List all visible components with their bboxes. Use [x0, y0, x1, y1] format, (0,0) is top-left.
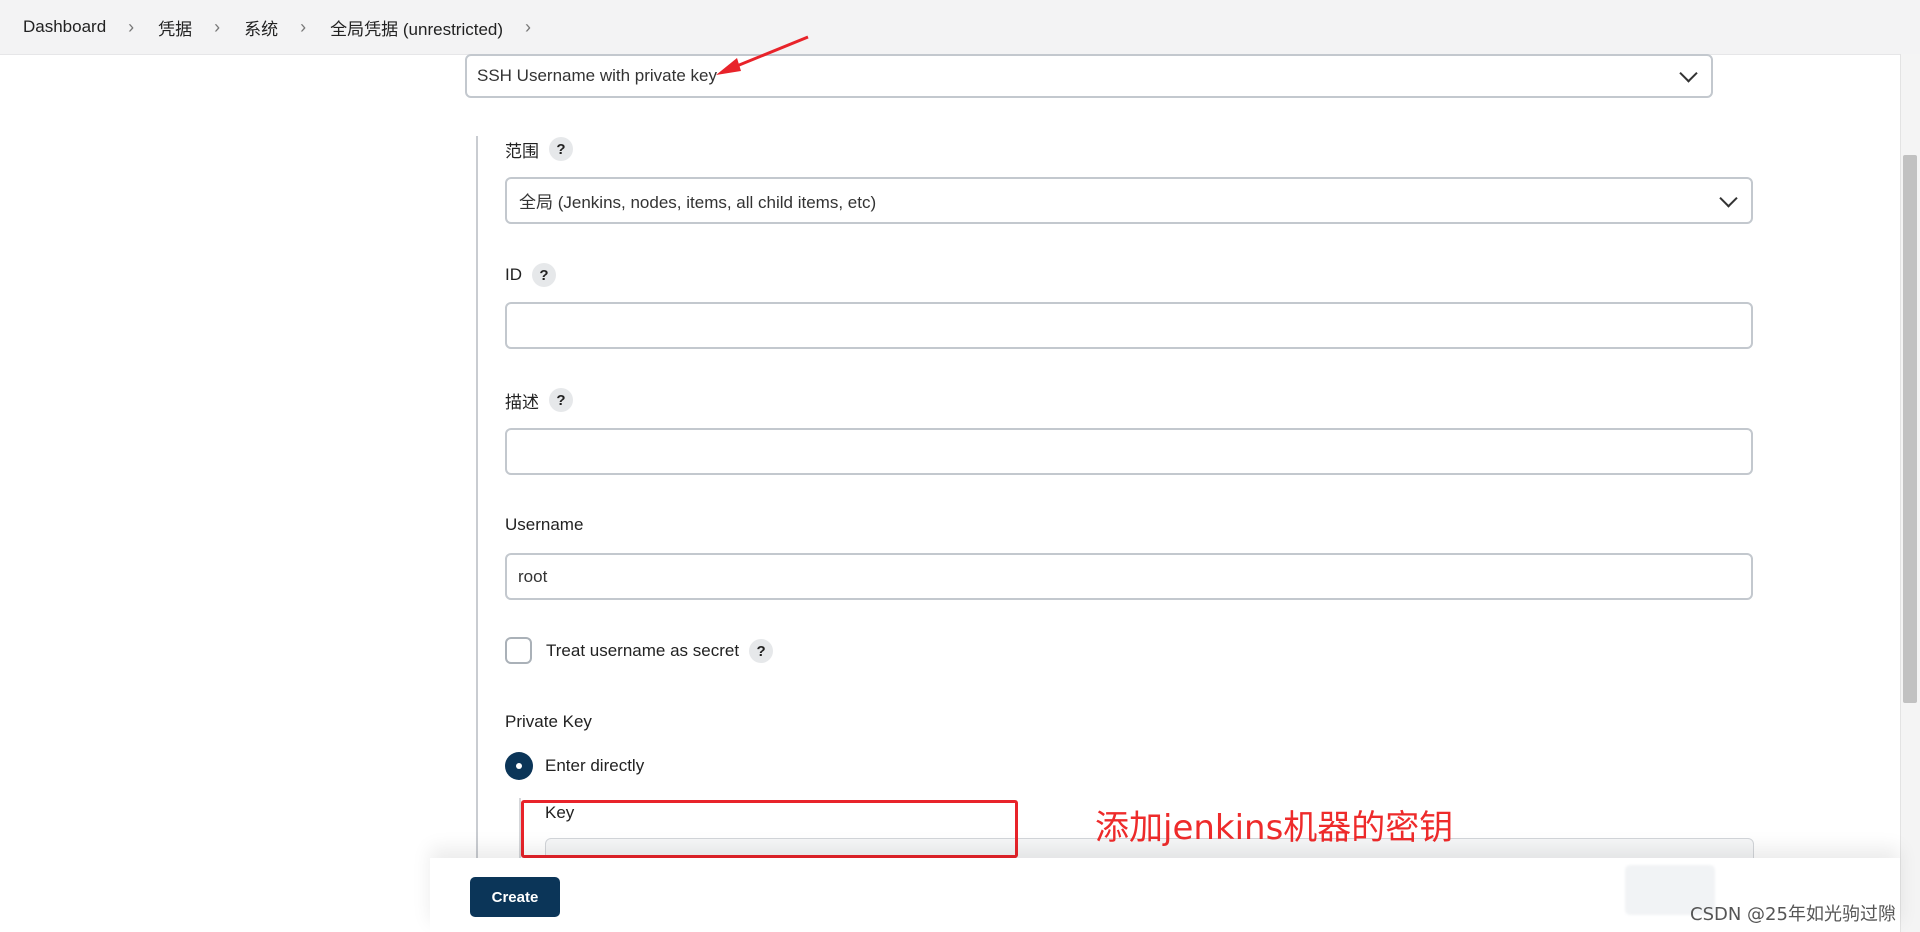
page: Dashboard › 凭据 › 系统 › 全局凭据 (unrestricted… [0, 0, 1920, 932]
annotation-highlight-box [521, 800, 1018, 858]
annotation-arrow [716, 35, 809, 75]
watermark: CSDN @25年如光驹过隙 [1690, 904, 1896, 925]
annotation-text: 添加jenkins机器的密钥 [1095, 808, 1454, 848]
annotation-arrow-head [716, 58, 741, 75]
create-button[interactable]: Create [470, 877, 560, 917]
